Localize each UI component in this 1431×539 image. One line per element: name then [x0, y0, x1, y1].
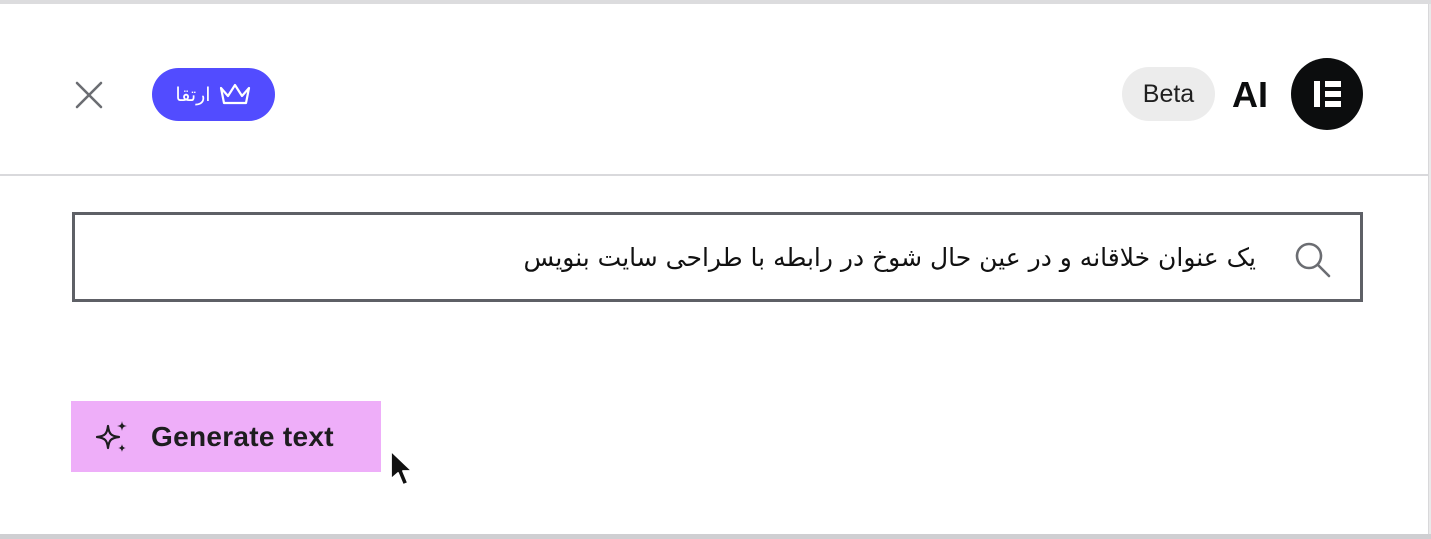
- beta-badge: Beta: [1122, 67, 1215, 121]
- prompt-input[interactable]: [156, 231, 1256, 283]
- prompt-box: [72, 212, 1363, 302]
- close-icon: [75, 81, 103, 109]
- sparkles-icon: [95, 420, 127, 452]
- crown-icon: [219, 83, 250, 104]
- generate-text-button-label: Generate text: [151, 420, 334, 452]
- ai-modal: ارتقا Beta AI Generate: [0, 4, 1429, 534]
- modal-header: ارتقا Beta AI: [0, 4, 1428, 176]
- close-button[interactable]: [72, 78, 106, 112]
- search-icon: [1295, 242, 1331, 278]
- upgrade-button-label: ارتقا: [175, 83, 211, 106]
- mouse-cursor-icon: [390, 450, 413, 486]
- ai-title: AI: [1232, 74, 1268, 115]
- generate-text-button[interactable]: Generate text: [71, 401, 381, 472]
- upgrade-button[interactable]: ارتقا: [152, 68, 275, 121]
- page-edge-bottom: [0, 534, 1431, 539]
- elementor-logo-icon: [1291, 58, 1363, 130]
- elementor-logo-mark: [1314, 81, 1341, 107]
